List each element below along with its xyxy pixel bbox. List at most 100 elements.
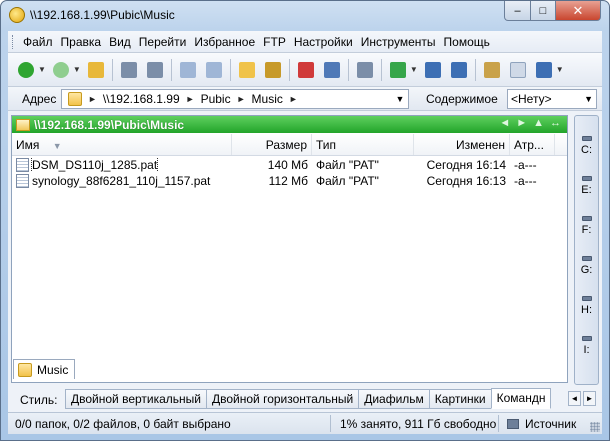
- chevron-left-icon[interactable]: ◄: [568, 391, 581, 406]
- forward-dropdown-icon[interactable]: ▼: [73, 65, 81, 74]
- back-arrow-icon[interactable]: ◄: [499, 117, 510, 129]
- menu-edit[interactable]: Правка: [57, 31, 106, 53]
- style-tab-dual-vertical[interactable]: Двойной вертикальный: [65, 389, 208, 409]
- column-attributes[interactable]: Атр...: [510, 134, 555, 155]
- back-button[interactable]: [15, 59, 37, 81]
- drive-icon: [581, 256, 592, 261]
- sort-down-icon: ▼: [52, 141, 62, 151]
- select-button[interactable]: [118, 59, 140, 81]
- breadcrumb-folder[interactable]: Music: [252, 92, 283, 106]
- horizontal-pane-button[interactable]: [448, 59, 470, 81]
- chevron-right-icon[interactable]: ►: [88, 94, 97, 104]
- address-field[interactable]: ► \\192.168.1.99 ► Pubic ► Music ► ▼: [61, 89, 409, 109]
- drive-label: C:: [581, 144, 592, 156]
- file-attributes: -a---: [514, 174, 537, 188]
- menu-tools[interactable]: Инструменты: [357, 31, 440, 53]
- status-source-label: Источник: [525, 417, 577, 431]
- file-attributes: -a---: [514, 158, 537, 172]
- breadcrumb-server[interactable]: \\192.168.1.99: [103, 92, 180, 106]
- drive-label: E:: [581, 184, 592, 196]
- dual-pane-button[interactable]: [422, 59, 444, 81]
- find-button[interactable]: [354, 59, 376, 81]
- client-area: Файл Правка Вид Перейти Избранное FTP На…: [8, 31, 602, 434]
- copy-to-button[interactable]: [387, 59, 409, 81]
- drive-g[interactable]: G:: [575, 256, 598, 276]
- properties-button[interactable]: [481, 59, 503, 81]
- forward-button[interactable]: [50, 59, 72, 81]
- new-file-button[interactable]: [507, 59, 529, 81]
- drive-c[interactable]: C:: [575, 136, 598, 156]
- invert-select-button[interactable]: [144, 59, 166, 81]
- find-icon: [356, 61, 373, 78]
- column-type[interactable]: Тип: [312, 134, 414, 155]
- file-panel: \\192.168.1.99\Pubic\Music ◄ ► ▲ ↔ Имя ▼…: [11, 115, 568, 383]
- chevron-right-icon[interactable]: ►: [237, 94, 246, 104]
- folder-icon: [16, 118, 30, 131]
- paste-button[interactable]: [203, 59, 225, 81]
- chevron-right-icon[interactable]: ►: [186, 94, 195, 104]
- menu-settings[interactable]: Настройки: [290, 31, 357, 53]
- status-free-space: 1% занято, 911 Гб свободно: [340, 417, 497, 431]
- delete-button[interactable]: [295, 59, 317, 81]
- style-tab-commander[interactable]: Командн: [490, 388, 552, 409]
- chevron-right-icon[interactable]: ►: [289, 94, 298, 104]
- maximize-button[interactable]: □: [530, 1, 556, 21]
- status-source[interactable]: Источник: [507, 417, 576, 431]
- edit-button[interactable]: [533, 59, 555, 81]
- style-tab-filmstrip[interactable]: Диафильм: [358, 389, 430, 409]
- menu-ftp[interactable]: FTP: [259, 31, 290, 53]
- copy-to-dropdown-icon[interactable]: ▼: [410, 65, 418, 74]
- copy-button[interactable]: [177, 59, 199, 81]
- minimize-button[interactable]: –: [504, 1, 531, 21]
- file-modified: Сегодня 16:14: [426, 158, 506, 172]
- chevron-right-icon[interactable]: ►: [583, 391, 596, 406]
- menu-favorites[interactable]: Избранное: [190, 31, 259, 53]
- tab-scroll: ◄ ►: [568, 391, 596, 406]
- file-name: synology_88f6281_110j_1157.pat: [32, 174, 211, 188]
- undo-button[interactable]: [321, 59, 343, 81]
- drive-e[interactable]: E:: [575, 176, 598, 196]
- back-dropdown-icon[interactable]: ▼: [38, 65, 46, 74]
- app-icon[interactable]: [9, 7, 25, 23]
- address-dropdown-icon[interactable]: ▼: [392, 90, 408, 108]
- drive-h[interactable]: H:: [575, 296, 598, 316]
- drive-i[interactable]: I:: [575, 336, 598, 356]
- properties-icon: [483, 61, 500, 78]
- drive-icon: [581, 216, 592, 221]
- close-button[interactable]: ✕: [555, 1, 601, 21]
- new-folder-button[interactable]: [236, 59, 258, 81]
- panel-tab-music[interactable]: Music: [13, 359, 76, 379]
- style-tab-pictures[interactable]: Картинки: [428, 389, 492, 409]
- drive-icon: [581, 296, 592, 301]
- up-arrow-icon[interactable]: ▲: [533, 117, 544, 129]
- dual-pane-icon: [424, 61, 441, 78]
- forward-arrow-icon[interactable]: ►: [516, 117, 527, 129]
- column-name-label: Имя: [16, 138, 40, 152]
- edit-dropdown-icon[interactable]: ▼: [556, 65, 564, 74]
- column-name[interactable]: Имя ▼: [12, 134, 232, 155]
- rename-button[interactable]: [262, 59, 284, 81]
- menu-grip[interactable]: [12, 34, 15, 49]
- drive-f[interactable]: F:: [575, 216, 598, 236]
- file-row[interactable]: synology_88f6281_110j_1157.pat 112 Мб Фа…: [12, 173, 567, 189]
- column-size[interactable]: Размер: [232, 134, 312, 155]
- up-folder-button[interactable]: [85, 59, 107, 81]
- column-header: Имя ▼ Размер Тип Изменен Атр...: [12, 134, 567, 156]
- content-label: Содержимое: [426, 92, 498, 106]
- content-select[interactable]: <Нету> ▼: [507, 89, 597, 109]
- panel-path: \\192.168.1.99\Pubic\Music: [34, 117, 185, 132]
- breadcrumb-share[interactable]: Pubic: [201, 92, 231, 106]
- title-bar[interactable]: \\192.168.1.99\Pubic\Music – □ ✕: [1, 1, 609, 30]
- file-row[interactable]: DSM_DS110j_1285.pat 140 Мб Файл "PAT" Се…: [12, 157, 567, 173]
- swap-panels-icon[interactable]: ↔: [550, 117, 561, 129]
- menu-file[interactable]: Файл: [19, 31, 57, 53]
- column-modified[interactable]: Изменен: [414, 134, 510, 155]
- status-divider: [330, 415, 331, 432]
- style-tab-dual-horizontal[interactable]: Двойной горизонтальный: [206, 389, 360, 409]
- resize-grip[interactable]: [590, 422, 600, 432]
- menu-help[interactable]: Помощь: [440, 31, 494, 53]
- menu-go[interactable]: Перейти: [135, 31, 191, 53]
- address-label: Адрес: [22, 91, 57, 106]
- drive-label: I:: [583, 344, 590, 356]
- menu-view[interactable]: Вид: [105, 31, 135, 53]
